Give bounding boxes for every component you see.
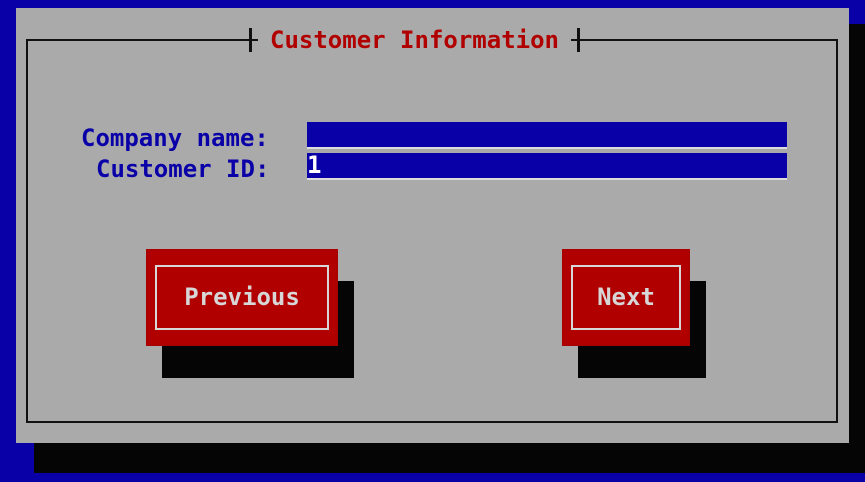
dialog-frame — [26, 39, 838, 423]
dialog-title-bar: Customer Information — [249, 22, 580, 58]
customer-id-field[interactable]: 1 — [307, 153, 787, 180]
customer-id-label: Customer ID: — [96, 155, 270, 183]
dialog-shadow-right — [849, 24, 865, 473]
title-right-divider — [576, 28, 580, 52]
title-left-divider — [249, 28, 252, 52]
dialog-title: Customer Information — [258, 28, 571, 52]
previous-button[interactable]: Previous — [146, 249, 338, 346]
next-button-label: Next — [597, 283, 655, 311]
company-name-field[interactable] — [307, 122, 787, 149]
dialog-shadow-bottom — [34, 443, 865, 473]
customer-information-dialog: Customer Information Company name: Custo… — [16, 8, 849, 443]
next-button[interactable]: Next — [562, 249, 690, 346]
company-name-label: Company name: — [81, 124, 269, 152]
previous-button-label: Previous — [184, 283, 300, 311]
customer-id-value: 1 — [307, 153, 322, 179]
